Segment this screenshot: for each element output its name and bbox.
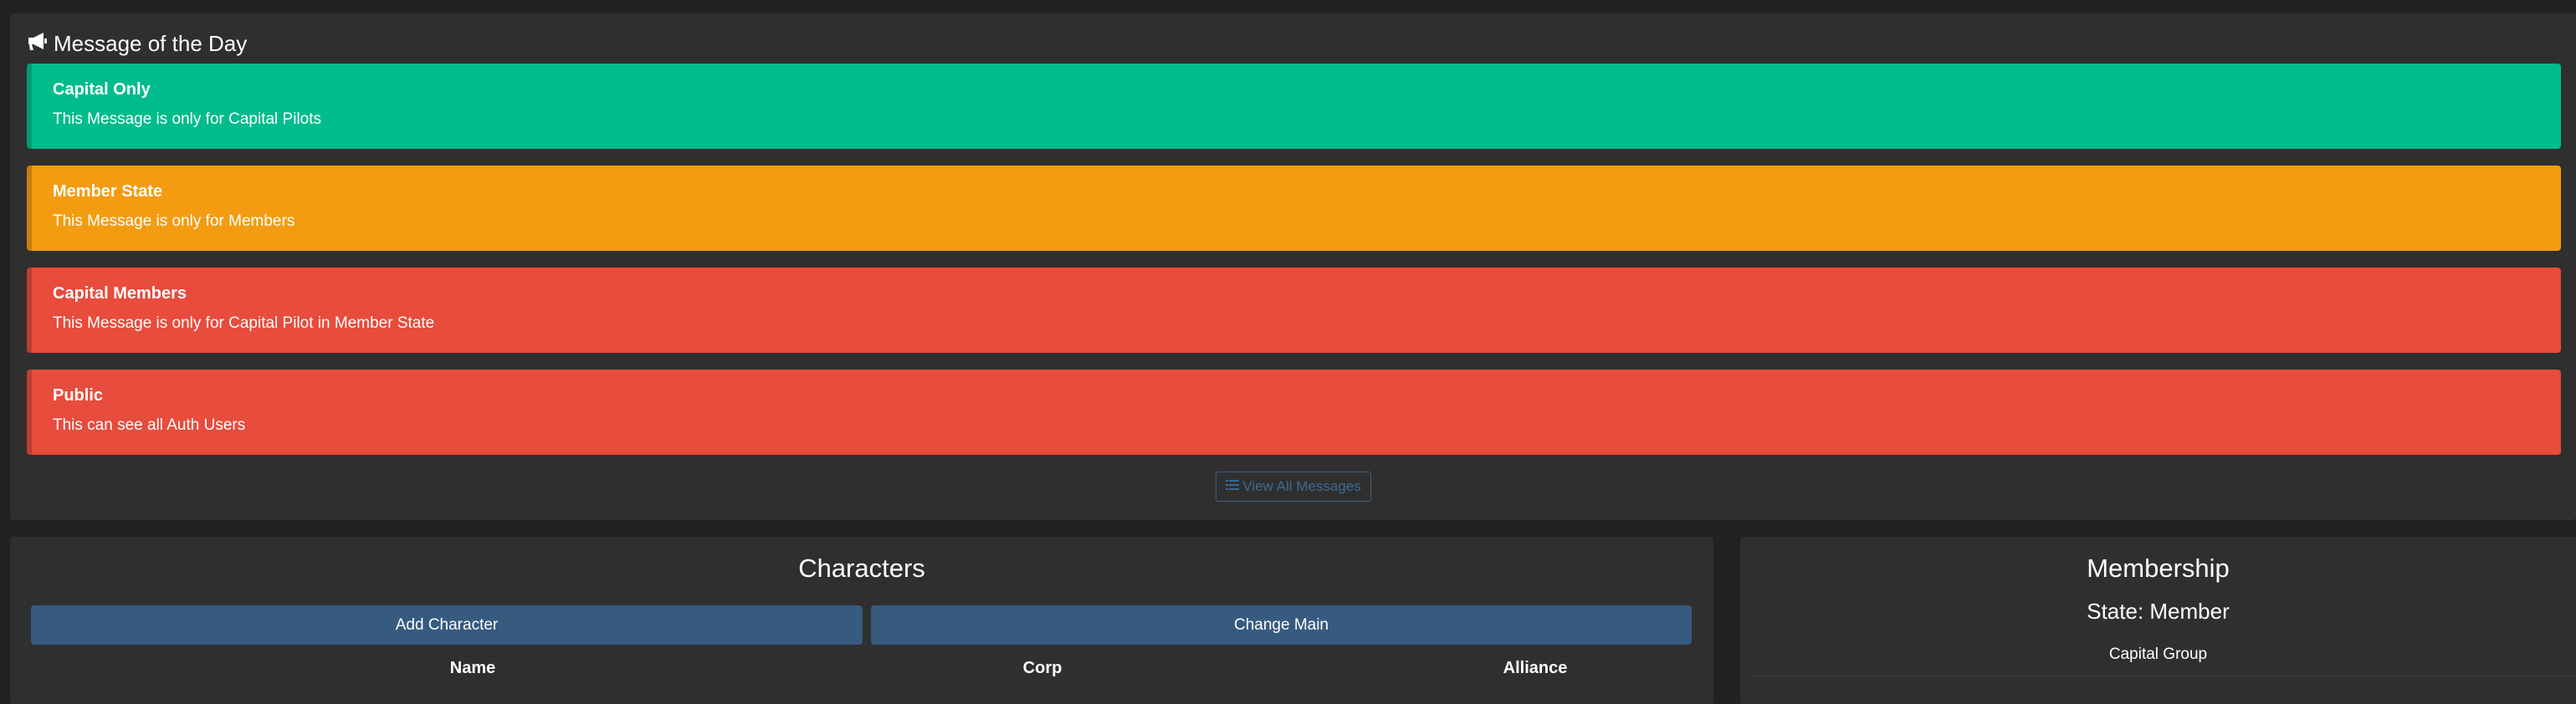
list-icon [1226, 478, 1240, 496]
message-title: Public [53, 386, 104, 405]
add-character-button[interactable]: Add Character [31, 605, 863, 645]
membership-title: Membership [2087, 554, 2230, 583]
message-card: Capital Members This Message is only for… [27, 268, 2561, 353]
column-header-alliance[interactable]: Alliance [1503, 659, 1568, 678]
membership-group: Capital Group [2108, 645, 2208, 663]
message-title: Member State [53, 182, 163, 201]
change-main-button[interactable]: Change Main [871, 605, 1692, 645]
message-title: Capital Members [53, 284, 187, 303]
message-card: Public This can see all Auth Users [27, 370, 2561, 455]
message-body: This Message is only for Capital Pilots [53, 110, 322, 128]
message-card: Member State This Message is only for Me… [27, 166, 2561, 251]
motd-heading: Message of the Day [27, 28, 247, 59]
motd-title: Message of the Day [54, 30, 248, 56]
bullhorn-icon [27, 30, 49, 58]
column-header-name[interactable]: Name [450, 659, 495, 678]
message-title: Capital Only [53, 80, 151, 99]
characters-title: Characters [798, 554, 925, 583]
view-all-messages-button[interactable]: View All Messages [1216, 472, 1371, 502]
membership-state: State: Member [2087, 599, 2230, 624]
message-body: This can see all Auth Users [53, 416, 246, 434]
view-all-label: View All Messages [1242, 478, 1361, 494]
message-body: This Message is only for Capital Pilot i… [53, 314, 435, 332]
message-card: Capital Only This Message is only for Ca… [27, 64, 2561, 149]
column-header-corp[interactable]: Corp [1023, 659, 1063, 678]
message-body: This Message is only for Members [53, 212, 295, 230]
